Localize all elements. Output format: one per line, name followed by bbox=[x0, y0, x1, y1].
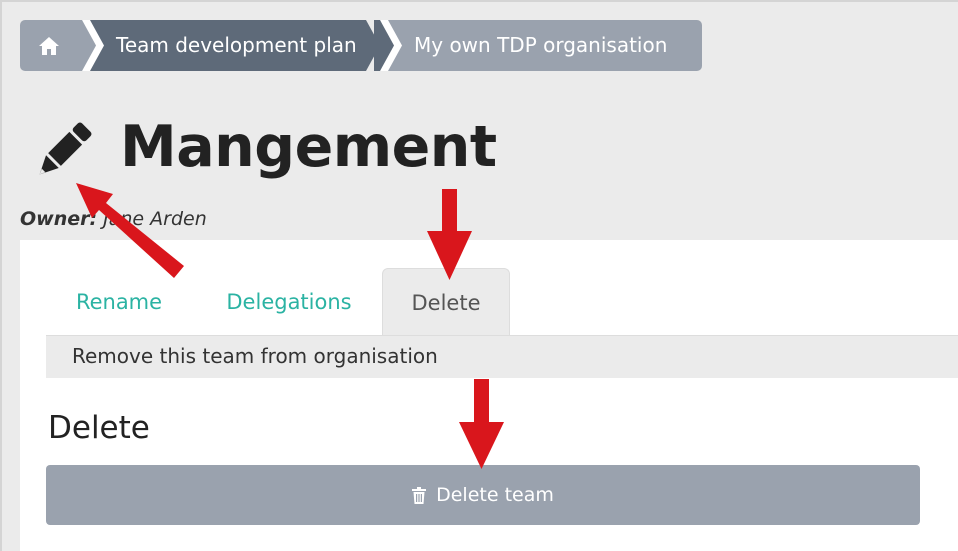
breadcrumb-label: My own TDP organisation bbox=[414, 33, 668, 57]
pencil-icon[interactable] bbox=[32, 120, 94, 182]
breadcrumb-item-team-development-plan[interactable]: Team development plan bbox=[90, 20, 380, 71]
owner-name: Jane Arden bbox=[103, 208, 207, 230]
owner-line: Owner: Jane Arden bbox=[20, 208, 207, 230]
breadcrumb-label: Team development plan bbox=[116, 33, 357, 57]
content-panel: Rename Delegations Delete Remove this te… bbox=[20, 240, 958, 551]
tab-delegations[interactable]: Delegations bbox=[204, 268, 374, 336]
home-icon bbox=[39, 36, 59, 55]
breadcrumb-item-my-own-tdp-organisation[interactable]: My own TDP organisation bbox=[388, 20, 702, 71]
page-title: Mangement bbox=[120, 114, 497, 180]
section-title: Delete bbox=[48, 410, 150, 446]
delete-team-label: Delete team bbox=[436, 484, 554, 506]
tab-rename[interactable]: Rename bbox=[54, 268, 184, 336]
owner-label: Owner: bbox=[20, 208, 98, 230]
tab-description-bar: Remove this team from organisation bbox=[46, 336, 958, 378]
tab-delete[interactable]: Delete bbox=[382, 268, 510, 336]
page-background: Team development plan My own TDP organis… bbox=[0, 0, 958, 551]
breadcrumb-home[interactable] bbox=[20, 20, 82, 71]
tab-description: Remove this team from organisation bbox=[72, 344, 438, 368]
delete-team-button[interactable]: Delete team bbox=[46, 465, 920, 525]
trash-icon bbox=[412, 486, 427, 504]
